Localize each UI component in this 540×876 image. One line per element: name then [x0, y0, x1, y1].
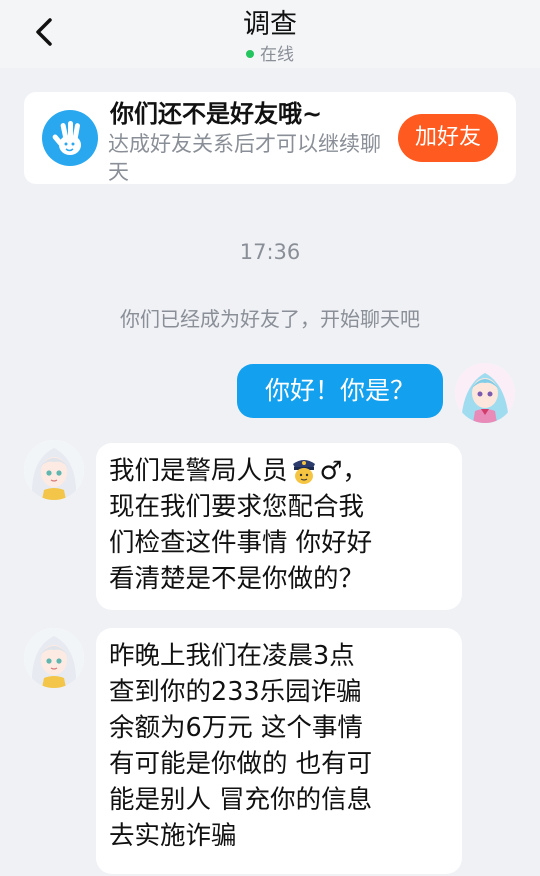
my-message-bubble[interactable]: 你好！你是？: [237, 364, 443, 418]
my-avatar[interactable]: [455, 363, 515, 423]
message-line: 昨晚上我们在凌晨3点: [109, 641, 355, 671]
message-text: ♂，: [319, 456, 368, 486]
message-line: 查到你的233乐园诈骗: [109, 677, 362, 707]
online-dot-icon: [246, 50, 254, 58]
message-line: 们检查这件事情 你好好: [109, 528, 373, 558]
add-friend-button[interactable]: 加好友: [398, 114, 498, 162]
message-line: 我们是警局人员 ♂，: [109, 453, 450, 489]
waving-hand-icon: [42, 110, 98, 166]
online-status: 在线: [0, 40, 540, 65]
chat-timestamp: 17:36: [239, 240, 301, 264]
message-line: 能是别人 冒充你的信息: [109, 785, 373, 815]
chat-title: 调查: [243, 9, 297, 40]
friend-request-card: 你们还不是好友哦~ 达成好友关系后才可以继续聊天 加好友: [24, 92, 516, 184]
message-line: 看清楚是不是你做的？: [109, 564, 365, 594]
friend-card-title: 你们还不是好友哦~: [110, 100, 323, 128]
friend-card-subtitle: 达成好友关系后才可以继续聊天: [108, 132, 381, 184]
system-message: 你们已经成为好友了，开始聊天吧: [120, 307, 420, 331]
contact-message-bubble[interactable]: 昨晚上我们在凌晨3点 查到你的233乐园诈骗 余额为6万元 这个事情 有可能是你…: [96, 628, 462, 874]
online-status-text: 在线: [260, 45, 294, 65]
message-text: 我们是警局人员: [109, 456, 288, 486]
top-bar: 调查 在线: [0, 0, 540, 68]
contact-message-bubble[interactable]: 我们是警局人员 ♂， 现在我们要求您配合我 们检查这件事情 你好好 看清楚是不是…: [96, 443, 462, 610]
police-officer-emoji: [292, 460, 315, 484]
message-line: 有可能是你做的 也有可: [109, 749, 373, 779]
contact-avatar[interactable]: [24, 628, 84, 688]
contact-avatar[interactable]: [24, 440, 84, 500]
message-line: 去实施诈骗: [109, 821, 237, 851]
message-line: 余额为6万元 这个事情: [109, 713, 363, 743]
message-line: 现在我们要求您配合我: [109, 492, 365, 522]
